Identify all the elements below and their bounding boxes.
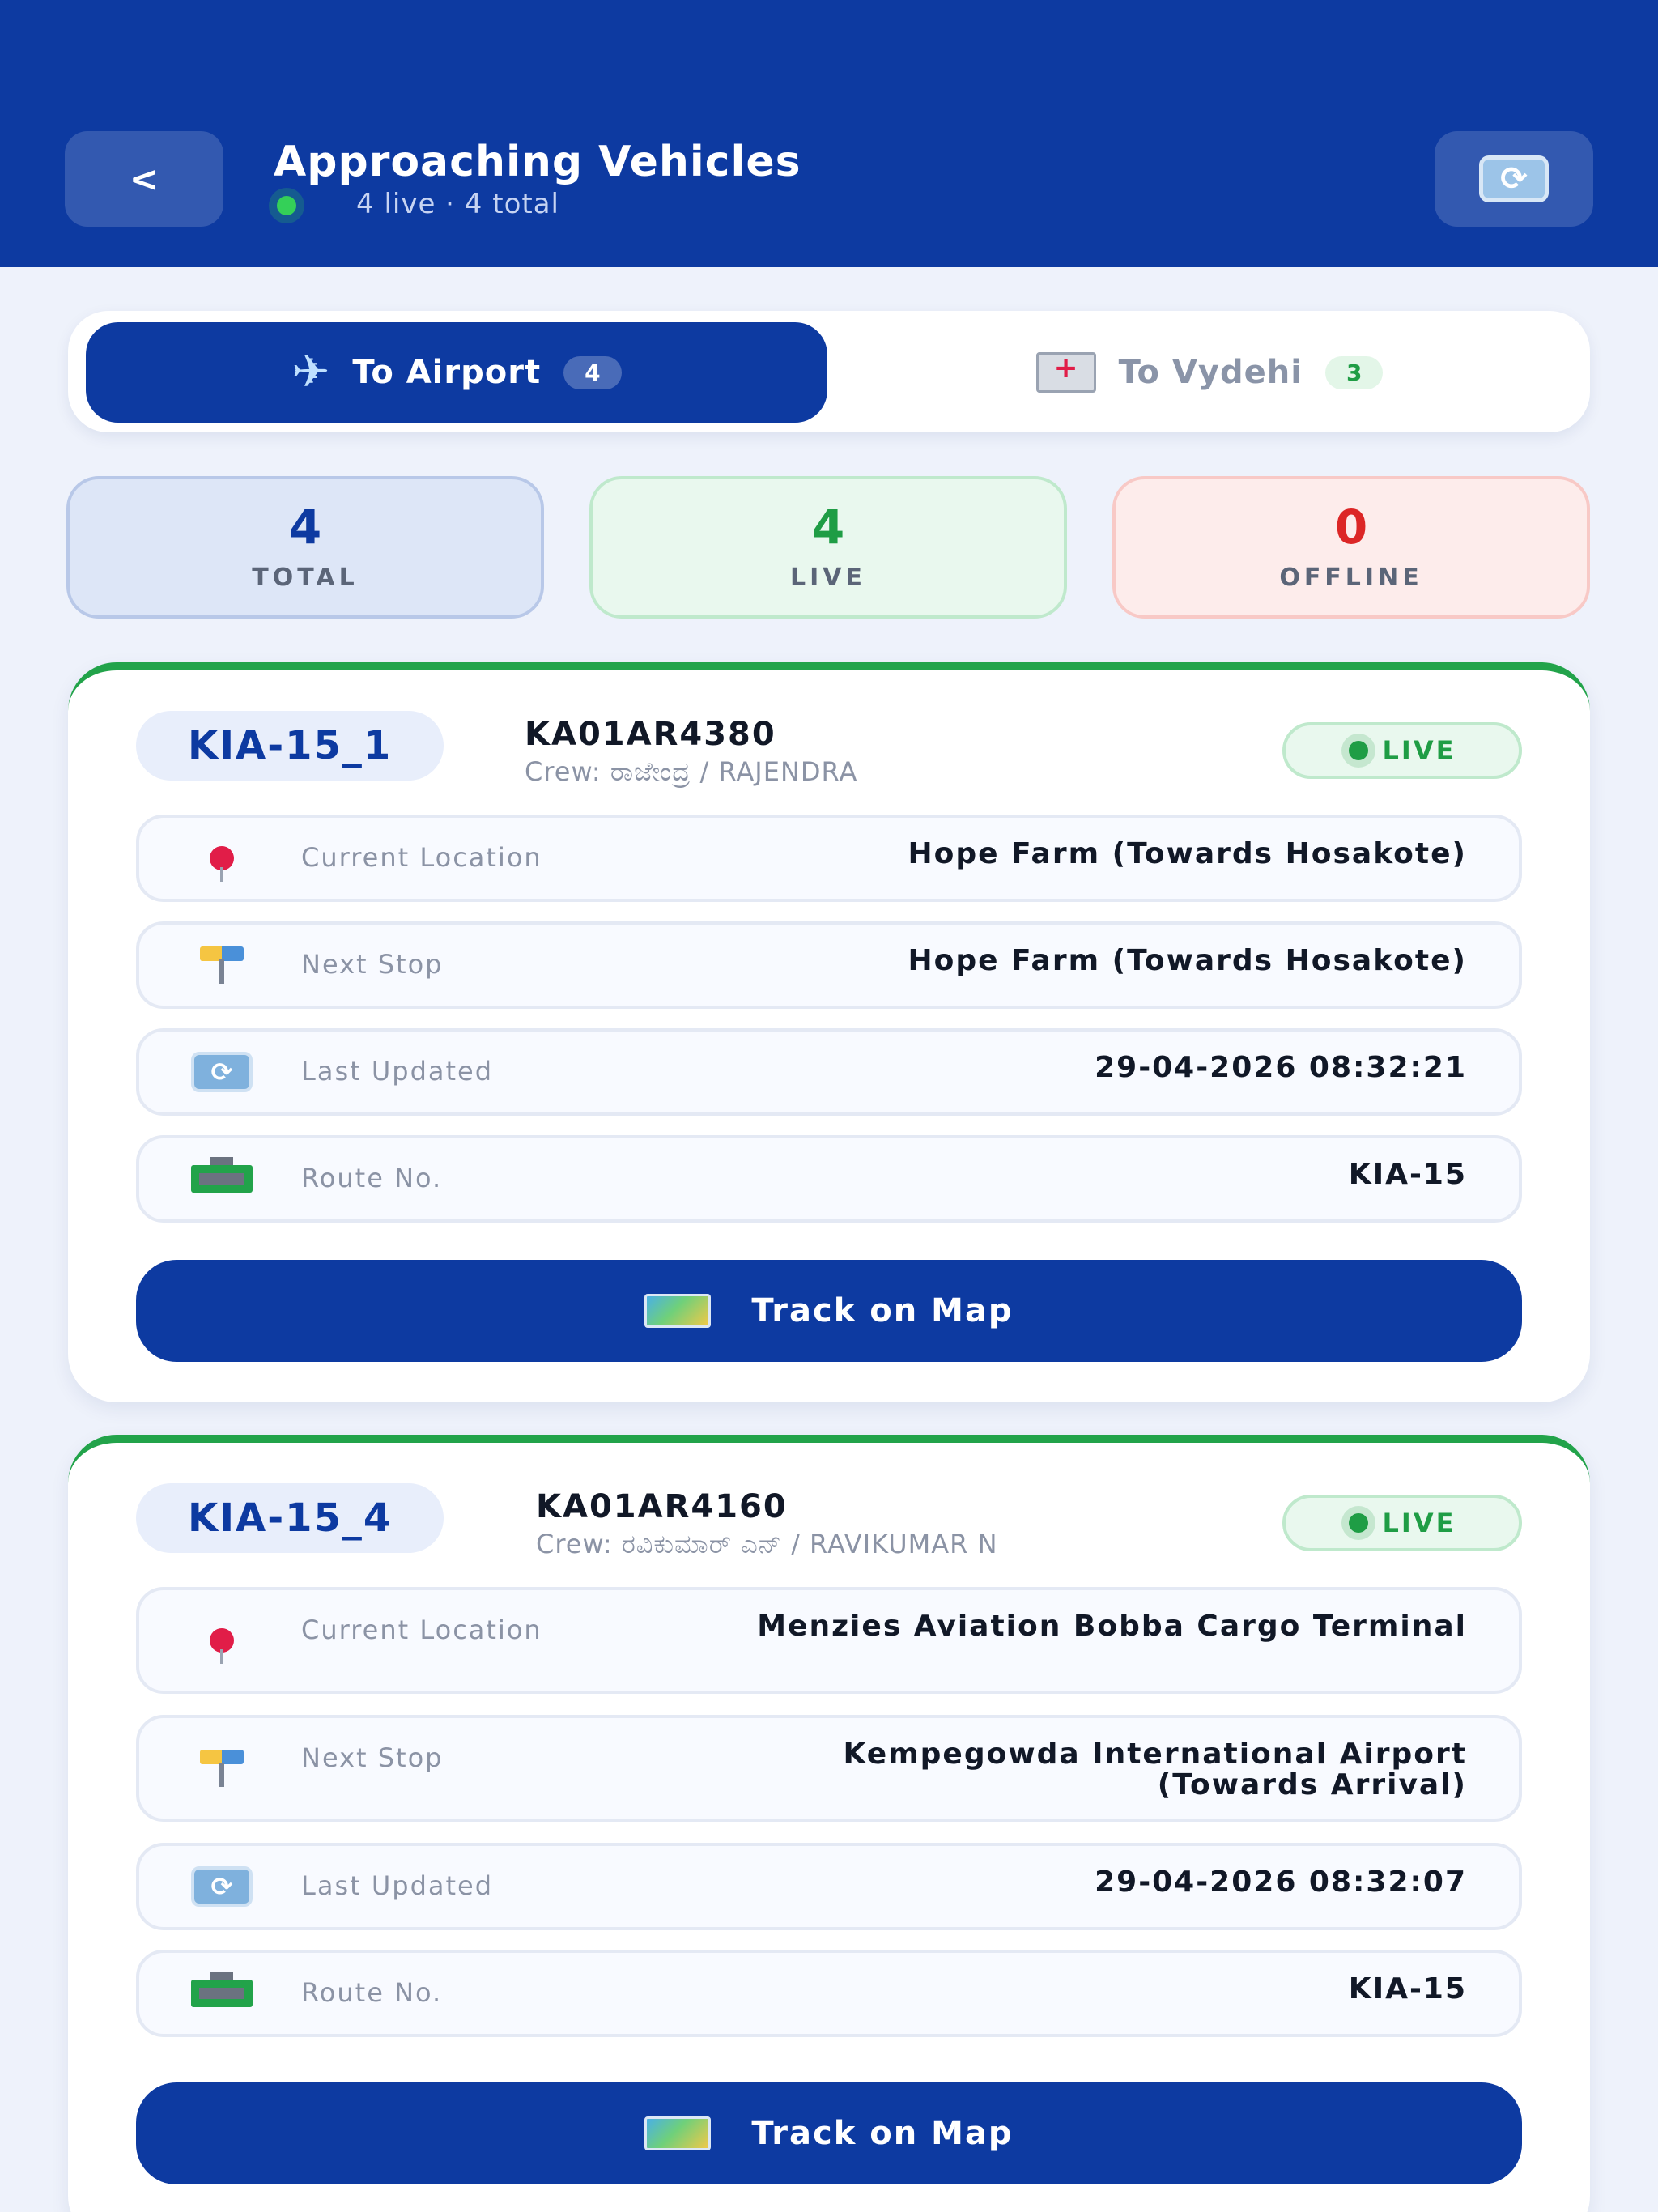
stat-value: 0 — [1334, 499, 1368, 555]
row-value: Hope Farm (Towards Hosakote) — [908, 837, 1467, 870]
vehicle-id-chip: KIA-15_4 — [136, 1483, 444, 1553]
track-button-label: Track on Map — [751, 1292, 1014, 1329]
live-dot — [1348, 741, 1368, 760]
stat-label: OFFLINE — [1279, 563, 1423, 592]
hospital-icon — [1035, 351, 1096, 393]
crew-name: Crew: ರಾಜೇಂದ್ರ / RAJENDRA — [525, 756, 858, 787]
row-value: 29-04-2026 08:32:21 — [1095, 1051, 1467, 1084]
row-label: Last Updated — [301, 1056, 494, 1087]
sync-icon: ⟳ — [191, 1866, 253, 1907]
app-header: < Approaching Vehicles 4 live · 4 total … — [0, 0, 1658, 267]
stat-live: 4 LIVE — [589, 476, 1067, 619]
page-title: Approaching Vehicles — [274, 138, 801, 186]
tab-count-badge: 4 — [563, 355, 622, 389]
refresh-icon: ⟳ — [1479, 155, 1549, 202]
info-row-current-location: Current Location Menzies Aviation Bobba … — [136, 1587, 1522, 1694]
map-icon — [644, 1294, 712, 1328]
info-row-next-stop: Next Stop Hope Farm (Towards Hosakote) — [136, 921, 1522, 1009]
row-label: Route No. — [301, 1163, 443, 1193]
live-label: LIVE — [1382, 1508, 1456, 1538]
row-value: Menzies Aviation Bobba Cargo Terminal — [757, 1610, 1467, 1643]
row-label: Next Stop — [301, 1742, 444, 1773]
vehicle-plate: KA01AR4160 — [536, 1488, 788, 1525]
pin-icon — [191, 1620, 253, 1664]
row-value: Hope Farm (Towards Hosakote) — [908, 944, 1467, 977]
stat-label: TOTAL — [252, 563, 359, 592]
live-status-dot — [277, 196, 296, 215]
row-value: Kempegowda International Airport (Toward… — [843, 1738, 1467, 1802]
refresh-button[interactable]: ⟳ — [1435, 131, 1593, 227]
road-icon — [191, 1972, 253, 2014]
row-value: 29-04-2026 08:32:07 — [1095, 1865, 1467, 1899]
vehicle-card: KIA-15_4 KA01AR4160 Crew: ರವಿಕುಮಾರ್ ಎನ್ … — [68, 1435, 1590, 2212]
tab-count-badge: 3 — [1324, 355, 1384, 389]
airplane-icon: ✈ — [291, 346, 330, 398]
row-label: Last Updated — [301, 1870, 494, 1901]
info-row-current-location: Current Location Hope Farm (Towards Hosa… — [136, 815, 1522, 902]
vehicle-plate: KA01AR4380 — [525, 716, 776, 753]
tab-to-vydehi[interactable]: To Vydehi 3 — [845, 322, 1574, 423]
live-label: LIVE — [1382, 735, 1456, 766]
row-label: Next Stop — [301, 949, 444, 980]
track-on-map-button[interactable]: Track on Map — [136, 2082, 1522, 2184]
vehicle-card: KIA-15_1 KA01AR4380 Crew: ರಾಜೇಂದ್ರ / RAJ… — [68, 662, 1590, 1402]
tab-to-airport[interactable]: ✈ To Airport 4 — [86, 322, 827, 423]
back-button[interactable]: < — [65, 131, 223, 227]
info-row-next-stop: Next Stop Kempegowda International Airpo… — [136, 1715, 1522, 1822]
row-value: KIA-15 — [1348, 1158, 1467, 1191]
direction-tabs: ✈ To Airport 4 To Vydehi 3 — [68, 311, 1590, 432]
stat-offline: 0 OFFLINE — [1112, 476, 1590, 619]
chevron-left-icon: < — [129, 158, 159, 200]
live-status-badge: LIVE — [1282, 722, 1522, 779]
pin-icon — [191, 838, 253, 882]
row-label: Current Location — [301, 842, 542, 873]
vehicle-id-chip: KIA-15_1 — [136, 711, 444, 781]
track-button-label: Track on Map — [751, 2115, 1014, 2152]
road-icon — [191, 1157, 253, 1199]
signpost-icon — [191, 1748, 253, 1789]
info-row-last-updated: ⟳ Last Updated 29-04-2026 08:32:21 — [136, 1028, 1522, 1116]
row-label: Current Location — [301, 1614, 542, 1645]
stat-value: 4 — [811, 499, 845, 555]
info-row-last-updated: ⟳ Last Updated 29-04-2026 08:32:07 — [136, 1843, 1522, 1930]
map-icon — [644, 2116, 712, 2150]
row-label: Route No. — [301, 1977, 443, 2008]
info-row-route-no: Route No. KIA-15 — [136, 1135, 1522, 1223]
sync-icon: ⟳ — [191, 1052, 253, 1092]
crew-name: Crew: ರವಿಕುಮಾರ್ ಎನ್ / RAVIKUMAR N — [536, 1529, 998, 1559]
info-row-route-no: Route No. KIA-15 — [136, 1950, 1522, 2037]
row-value: KIA-15 — [1348, 1972, 1467, 2006]
tab-label: To Airport — [352, 354, 542, 391]
stat-total: 4 TOTAL — [66, 476, 544, 619]
vehicle-count-summary: 4 live · 4 total — [356, 188, 559, 220]
live-status-badge: LIVE — [1282, 1495, 1522, 1551]
stat-value: 4 — [288, 499, 322, 555]
live-dot — [1348, 1513, 1368, 1533]
stat-label: LIVE — [790, 563, 866, 592]
signpost-icon — [191, 945, 253, 985]
tab-label: To Vydehi — [1118, 354, 1303, 391]
track-on-map-button[interactable]: Track on Map — [136, 1260, 1522, 1362]
